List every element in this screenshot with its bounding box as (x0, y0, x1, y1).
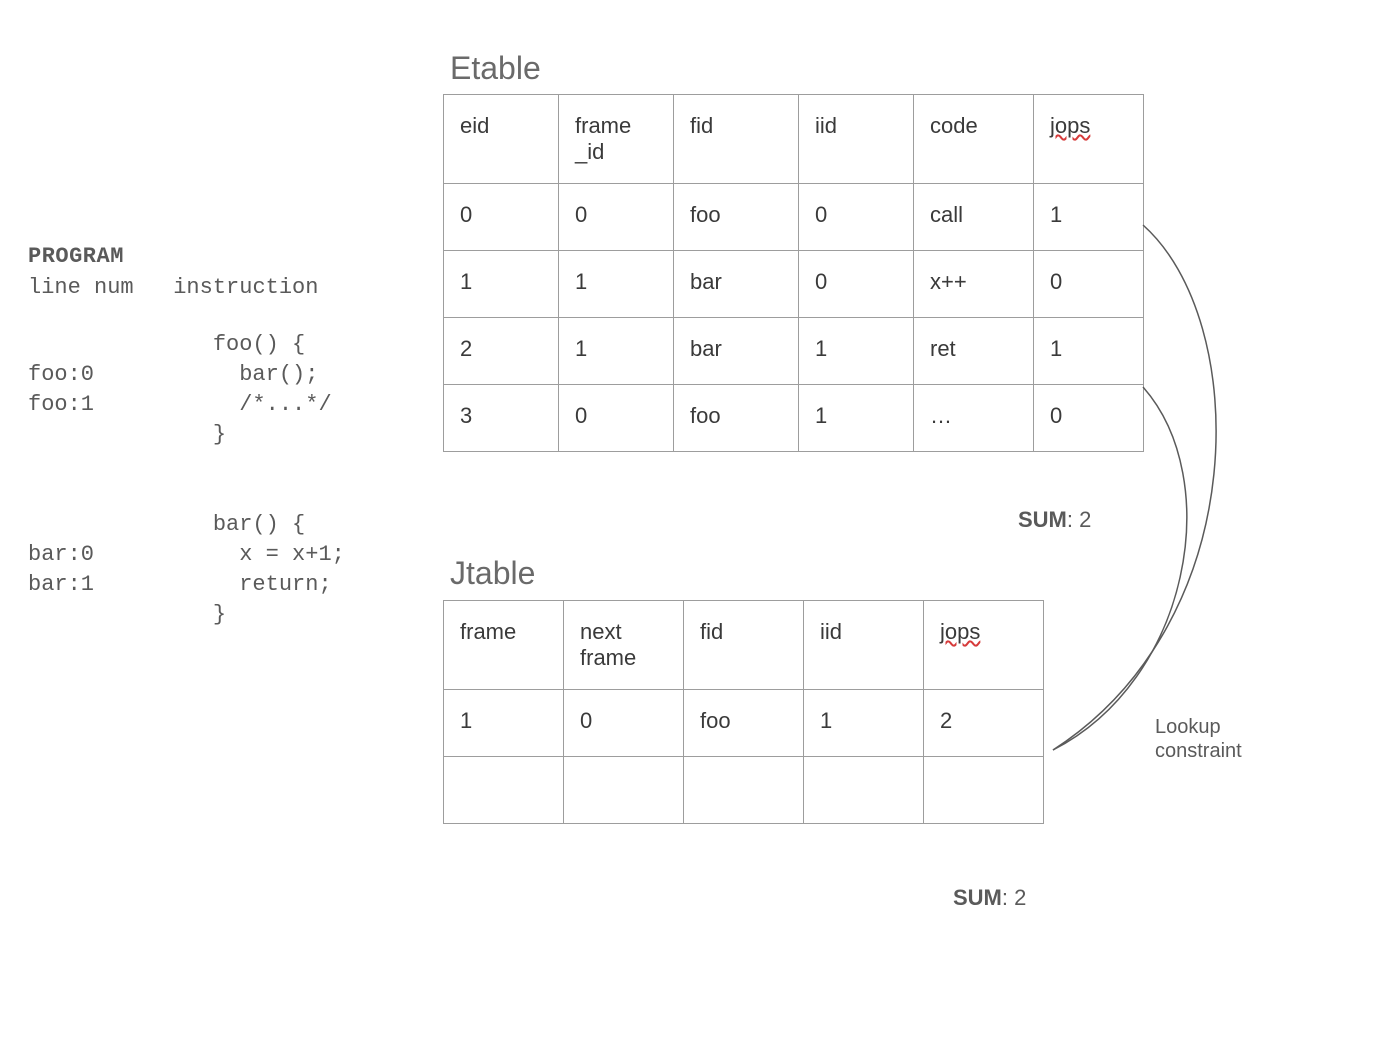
etable-title: Etable (450, 50, 541, 87)
etable: eid frame_id fid iid code jops 0 0 foo 0… (443, 94, 1144, 452)
etable-sum: SUM: 2 (1018, 507, 1091, 533)
etable-h-iid: iid (799, 95, 914, 184)
table-row: 1 0 foo 1 2 (444, 690, 1044, 757)
jtable-sum: SUM: 2 (953, 885, 1026, 911)
etable-h-frame-id: frame_id (559, 95, 674, 184)
table-row (444, 757, 1044, 824)
table-row: 3 0 foo 1 … 0 (444, 385, 1144, 452)
table-header: frame nextframe fid iid jops (444, 601, 1044, 690)
table-row: 2 1 bar 1 ret 1 (444, 318, 1144, 385)
etable-h-code: code (914, 95, 1034, 184)
jtable-h-jops: jops (924, 601, 1044, 690)
table-row: 0 0 foo 0 call 1 (444, 184, 1144, 251)
table-row: 1 1 bar 0 x++ 0 (444, 251, 1144, 318)
etable-h-eid: eid (444, 95, 559, 184)
etable-h-jops: jops (1034, 95, 1144, 184)
program-body: foo() { foo:0 bar(); foo:1 /*...*/ } bar… (28, 330, 345, 630)
program-listing: PROGRAM line num instruction foo() { foo… (28, 244, 345, 630)
program-columns: line num instruction (28, 275, 345, 300)
jtable-h-frame: frame (444, 601, 564, 690)
jtable-h-fid: fid (684, 601, 804, 690)
jtable-h-next-frame: nextframe (564, 601, 684, 690)
lookup-constraint-label: Lookup constraint (1155, 715, 1242, 763)
jtable-title: Jtable (450, 555, 535, 592)
etable-h-fid: fid (674, 95, 799, 184)
jtable-h-iid: iid (804, 601, 924, 690)
table-header: eid frame_id fid iid code jops (444, 95, 1144, 184)
jtable: frame nextframe fid iid jops 1 0 foo 1 2 (443, 600, 1044, 824)
program-heading: PROGRAM (28, 244, 345, 269)
